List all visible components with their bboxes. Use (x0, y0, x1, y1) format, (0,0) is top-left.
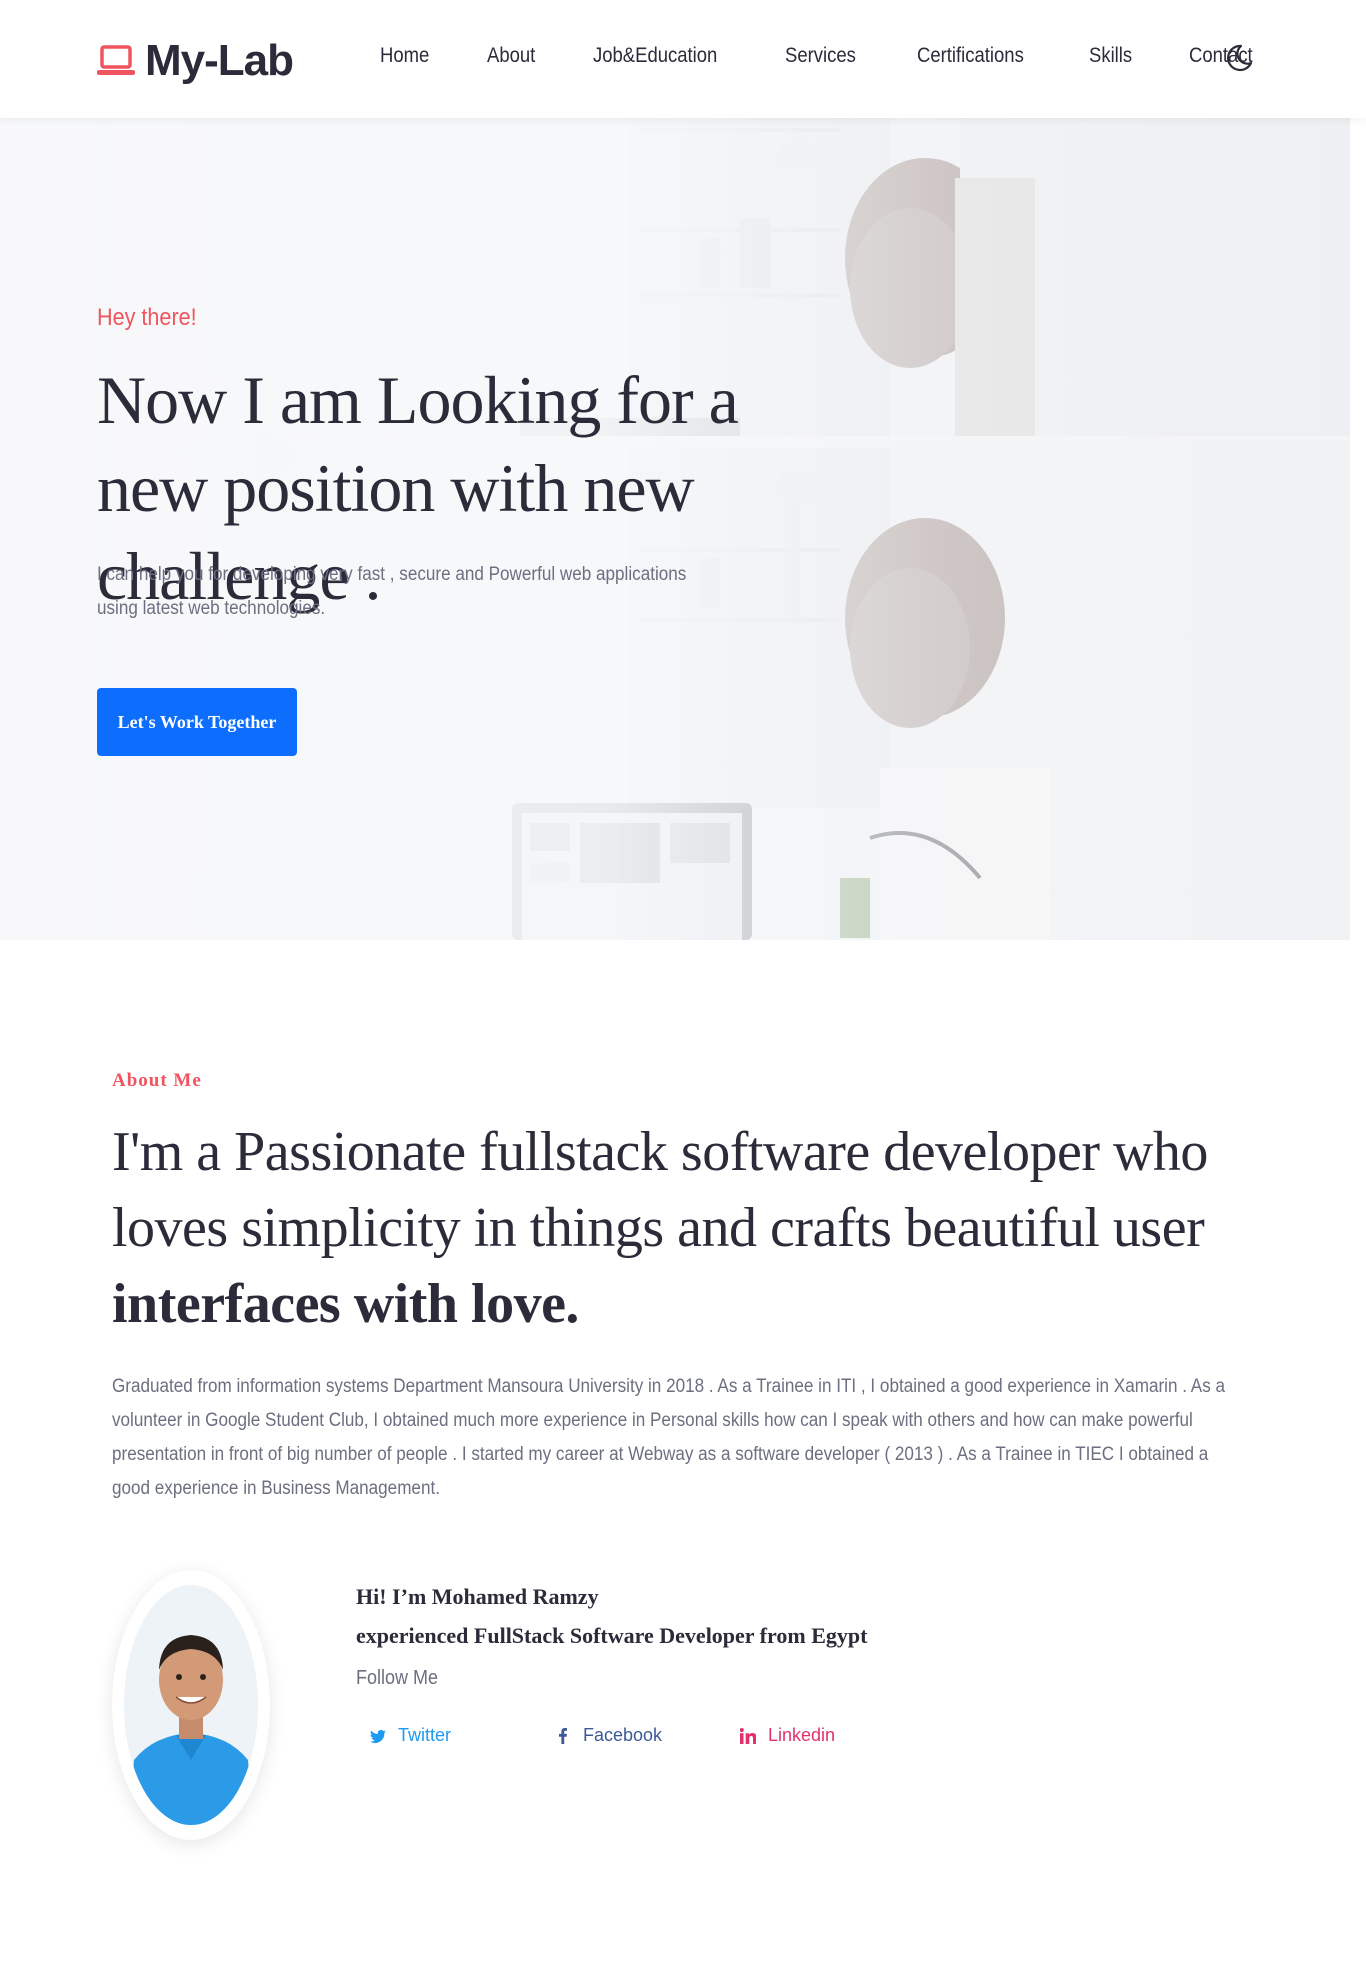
twitter-icon (370, 1729, 386, 1743)
follow-label: Follow Me (356, 1667, 439, 1689)
linkedin-label: Linkedin (768, 1725, 836, 1745)
nav-job-education[interactable]: Job&Education (593, 44, 717, 68)
about-title: I'm a Passionate fullstack software deve… (112, 1114, 1232, 1342)
hero-description: I can help you for developing very fast … (97, 564, 687, 619)
nav-certifications[interactable]: Certifications (917, 44, 1024, 68)
profile-role: experienced FullStack Software Developer… (356, 1623, 868, 1648)
social-links: Twitter Facebook Linkedin (370, 1725, 925, 1746)
lets-work-together-button[interactable]: Let's Work Together (97, 688, 297, 756)
facebook-label: Facebook (583, 1725, 663, 1745)
nav-home[interactable]: Home (380, 44, 429, 68)
about-title-bold: interfaces with love. (112, 1273, 579, 1335)
avatar-frame (112, 1570, 270, 1840)
about-title-regular: I'm a Passionate fullstack software deve… (112, 1121, 1208, 1259)
linkedin-link[interactable]: Linkedin (740, 1725, 925, 1746)
profile-info: Hi! I’m Mohamed Ramzy experienced FullSt… (356, 1577, 867, 1690)
main-nav: Home About Job&Education Services Certif… (380, 44, 1262, 68)
facebook-icon (559, 1727, 567, 1744)
avatar (124, 1585, 258, 1825)
moon-icon[interactable] (1226, 43, 1254, 73)
site-header: My-Lab Home About Job&Education Services… (0, 0, 1366, 118)
logo-text: My-Lab (145, 36, 294, 85)
twitter-label: Twitter (398, 1725, 452, 1745)
profile-name: Hi! I’m Mohamed Ramzy (356, 1584, 599, 1609)
facebook-link[interactable]: Facebook (555, 1725, 740, 1746)
hero-section: Hey there! Now I am Looking for a new po… (0, 118, 1350, 940)
nav-about[interactable]: About (487, 44, 535, 68)
profile-photo (124, 1585, 258, 1825)
laptop-icon (97, 45, 135, 75)
site-logo[interactable]: My-Lab (97, 36, 294, 86)
nav-skills[interactable]: Skills (1089, 44, 1132, 68)
nav-services[interactable]: Services (785, 44, 856, 68)
about-kicker: About Me (112, 1070, 202, 1091)
twitter-link[interactable]: Twitter (370, 1725, 555, 1746)
about-section: About Me I'm a Passionate fullstack soft… (112, 1070, 1232, 1506)
about-description: Graduated from information systems Depar… (112, 1376, 1226, 1499)
hero-kicker: Hey there! (97, 304, 197, 331)
linkedin-icon (740, 1727, 756, 1744)
